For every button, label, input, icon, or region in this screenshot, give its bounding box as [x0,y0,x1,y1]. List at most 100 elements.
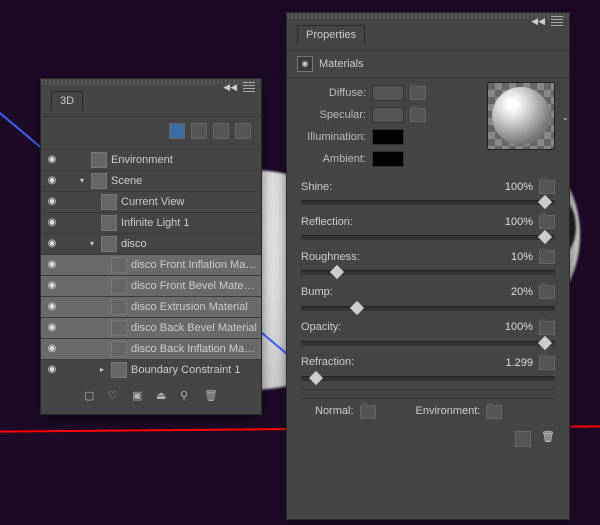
slider-track[interactable] [301,270,555,275]
filter-mesh-icon[interactable] [191,123,207,139]
properties-panel: ◀◀ Properties ◉ Materials Diffuse: Specu… [286,12,570,520]
material-preview[interactable] [487,82,555,150]
collapse-icon[interactable]: ◀◀ [223,82,237,93]
filter-all-icon[interactable] [169,123,185,139]
filter-light-icon[interactable] [235,123,251,139]
filter-material-icon[interactable] [213,123,229,139]
tree-item-label: disco Extrusion Material [131,301,257,314]
slider-thumb[interactable] [538,230,552,244]
mat-icon [111,257,127,273]
tree-item[interactable]: ◉ disco Front Bevel Material [41,275,261,296]
tree-item-label: Boundary Constraint 1 [131,364,257,377]
tree-item-label: disco Back Bevel Material [131,322,257,335]
anchor-icon[interactable]: ⚲ [180,390,194,404]
tree-item[interactable]: ◉ disco Extrusion Material [41,296,261,317]
slider-thumb[interactable] [309,371,323,385]
slider-value[interactable]: 100% [505,321,533,333]
caret-icon[interactable]: ▾ [87,239,97,249]
tree-item[interactable]: ◉ ▾ Scene [41,170,261,191]
visibility-icon[interactable]: ◉ [45,238,59,250]
tree-item-label: disco Front Bevel Material [131,280,257,293]
specular-texture-icon[interactable] [410,108,426,122]
slider-texture-icon[interactable] [539,321,555,335]
trash-icon[interactable]: 🗑 [541,431,555,447]
preview-dropdown-icon[interactable]: ⌄ [561,112,569,123]
panel-menu-icon[interactable] [243,82,255,92]
visibility-icon[interactable]: ◉ [45,343,59,355]
tree-item[interactable]: ◉ Environment [41,149,261,170]
new-layer-icon[interactable]: ▢ [84,390,98,404]
move-tool-icon[interactable]: ⏏ [156,390,170,404]
slider-texture-icon[interactable] [539,215,555,229]
slider-roughness: Roughness:10% [301,250,555,275]
slider-value[interactable]: 20% [511,286,533,298]
tree-item-label: Scene [111,175,257,188]
tree-item[interactable]: ◉▾disco [41,233,261,254]
visibility-icon[interactable]: ◉ [45,154,59,166]
slider-value[interactable]: 100% [505,216,533,228]
collapse-icon[interactable]: ◀◀ [531,16,545,27]
section-title: Materials [319,58,364,71]
trash-icon[interactable]: 🗑 [204,390,218,404]
slider-value[interactable]: 10% [511,251,533,263]
caret-icon[interactable]: ▾ [77,176,87,186]
mesh-icon [101,236,117,252]
slider-track[interactable] [301,235,555,240]
slider-texture-icon[interactable] [539,356,555,370]
slider-thumb[interactable] [329,265,343,279]
tree-item[interactable]: ◉Current View [41,191,261,212]
3d-filter-toolbar [41,117,261,145]
normal-texture-icon[interactable] [360,405,376,419]
tree-item[interactable]: ◉ disco Back Bevel Material [41,317,261,338]
visibility-icon[interactable]: ◉ [45,175,59,187]
specular-swatch[interactable] [372,107,404,123]
tree-item-label: Environment [111,154,257,167]
caret-icon[interactable]: ▸ [97,365,107,375]
visibility-icon[interactable]: ◉ [45,301,59,313]
tree-item[interactable]: ◉ ▸ Boundary Constraint 1 [41,359,261,380]
slider-thumb[interactable] [350,300,364,314]
visibility-icon[interactable]: ◉ [45,217,59,229]
slider-thumb[interactable] [538,336,552,350]
panel-menu-icon[interactable] [551,16,563,26]
environment-label: Environment: [416,405,481,418]
slider-shine: Shine:100% [301,180,555,205]
specular-label: Specular: [301,109,366,122]
slider-texture-icon[interactable] [539,180,555,194]
panel-grip[interactable] [287,13,569,19]
tree-item[interactable]: ◉Infinite Light 1 [41,212,261,233]
slider-texture-icon[interactable] [539,250,555,264]
tree-item[interactable]: ◉ disco Back Inflation Mate… [41,338,261,359]
3d-tab[interactable]: 3D [51,91,83,111]
new-light-icon[interactable]: ♡ [108,390,122,404]
slider-label: Reflection: [301,216,353,229]
illumination-swatch[interactable] [372,129,404,145]
visibility-icon[interactable]: ◉ [45,259,59,271]
slider-track[interactable] [301,376,555,381]
tree-item[interactable]: ◉disco Front Inflation Mat… [41,254,261,275]
slider-value[interactable]: 100% [505,181,533,193]
slider-texture-icon[interactable] [539,285,555,299]
render-icon[interactable] [515,431,531,447]
slider-track[interactable] [301,341,555,346]
properties-tab[interactable]: Properties [297,25,365,45]
slider-track[interactable] [301,306,555,311]
tree-item-label: disco Back Inflation Mate… [131,343,257,356]
visibility-icon[interactable]: ◉ [45,280,59,292]
mat-icon [111,278,127,294]
slider-thumb[interactable] [538,195,552,209]
visibility-icon[interactable]: ◉ [45,364,59,376]
diffuse-texture-icon[interactable] [410,86,426,100]
visibility-icon[interactable]: ◉ [45,196,59,208]
slider-track[interactable] [301,200,555,205]
diffuse-swatch[interactable] [372,85,404,101]
add-scene-icon[interactable]: ▣ [132,390,146,404]
visibility-icon[interactable]: ◉ [45,322,59,334]
ambient-swatch[interactable] [372,151,404,167]
slider-bump: Bump:20% [301,285,555,310]
slider-value[interactable]: 1.299 [505,357,533,369]
slider-label: Opacity: [301,321,341,334]
slider-opacity: Opacity: 100% [301,321,555,346]
environment-texture-icon[interactable] [486,405,502,419]
env-icon [91,152,107,168]
